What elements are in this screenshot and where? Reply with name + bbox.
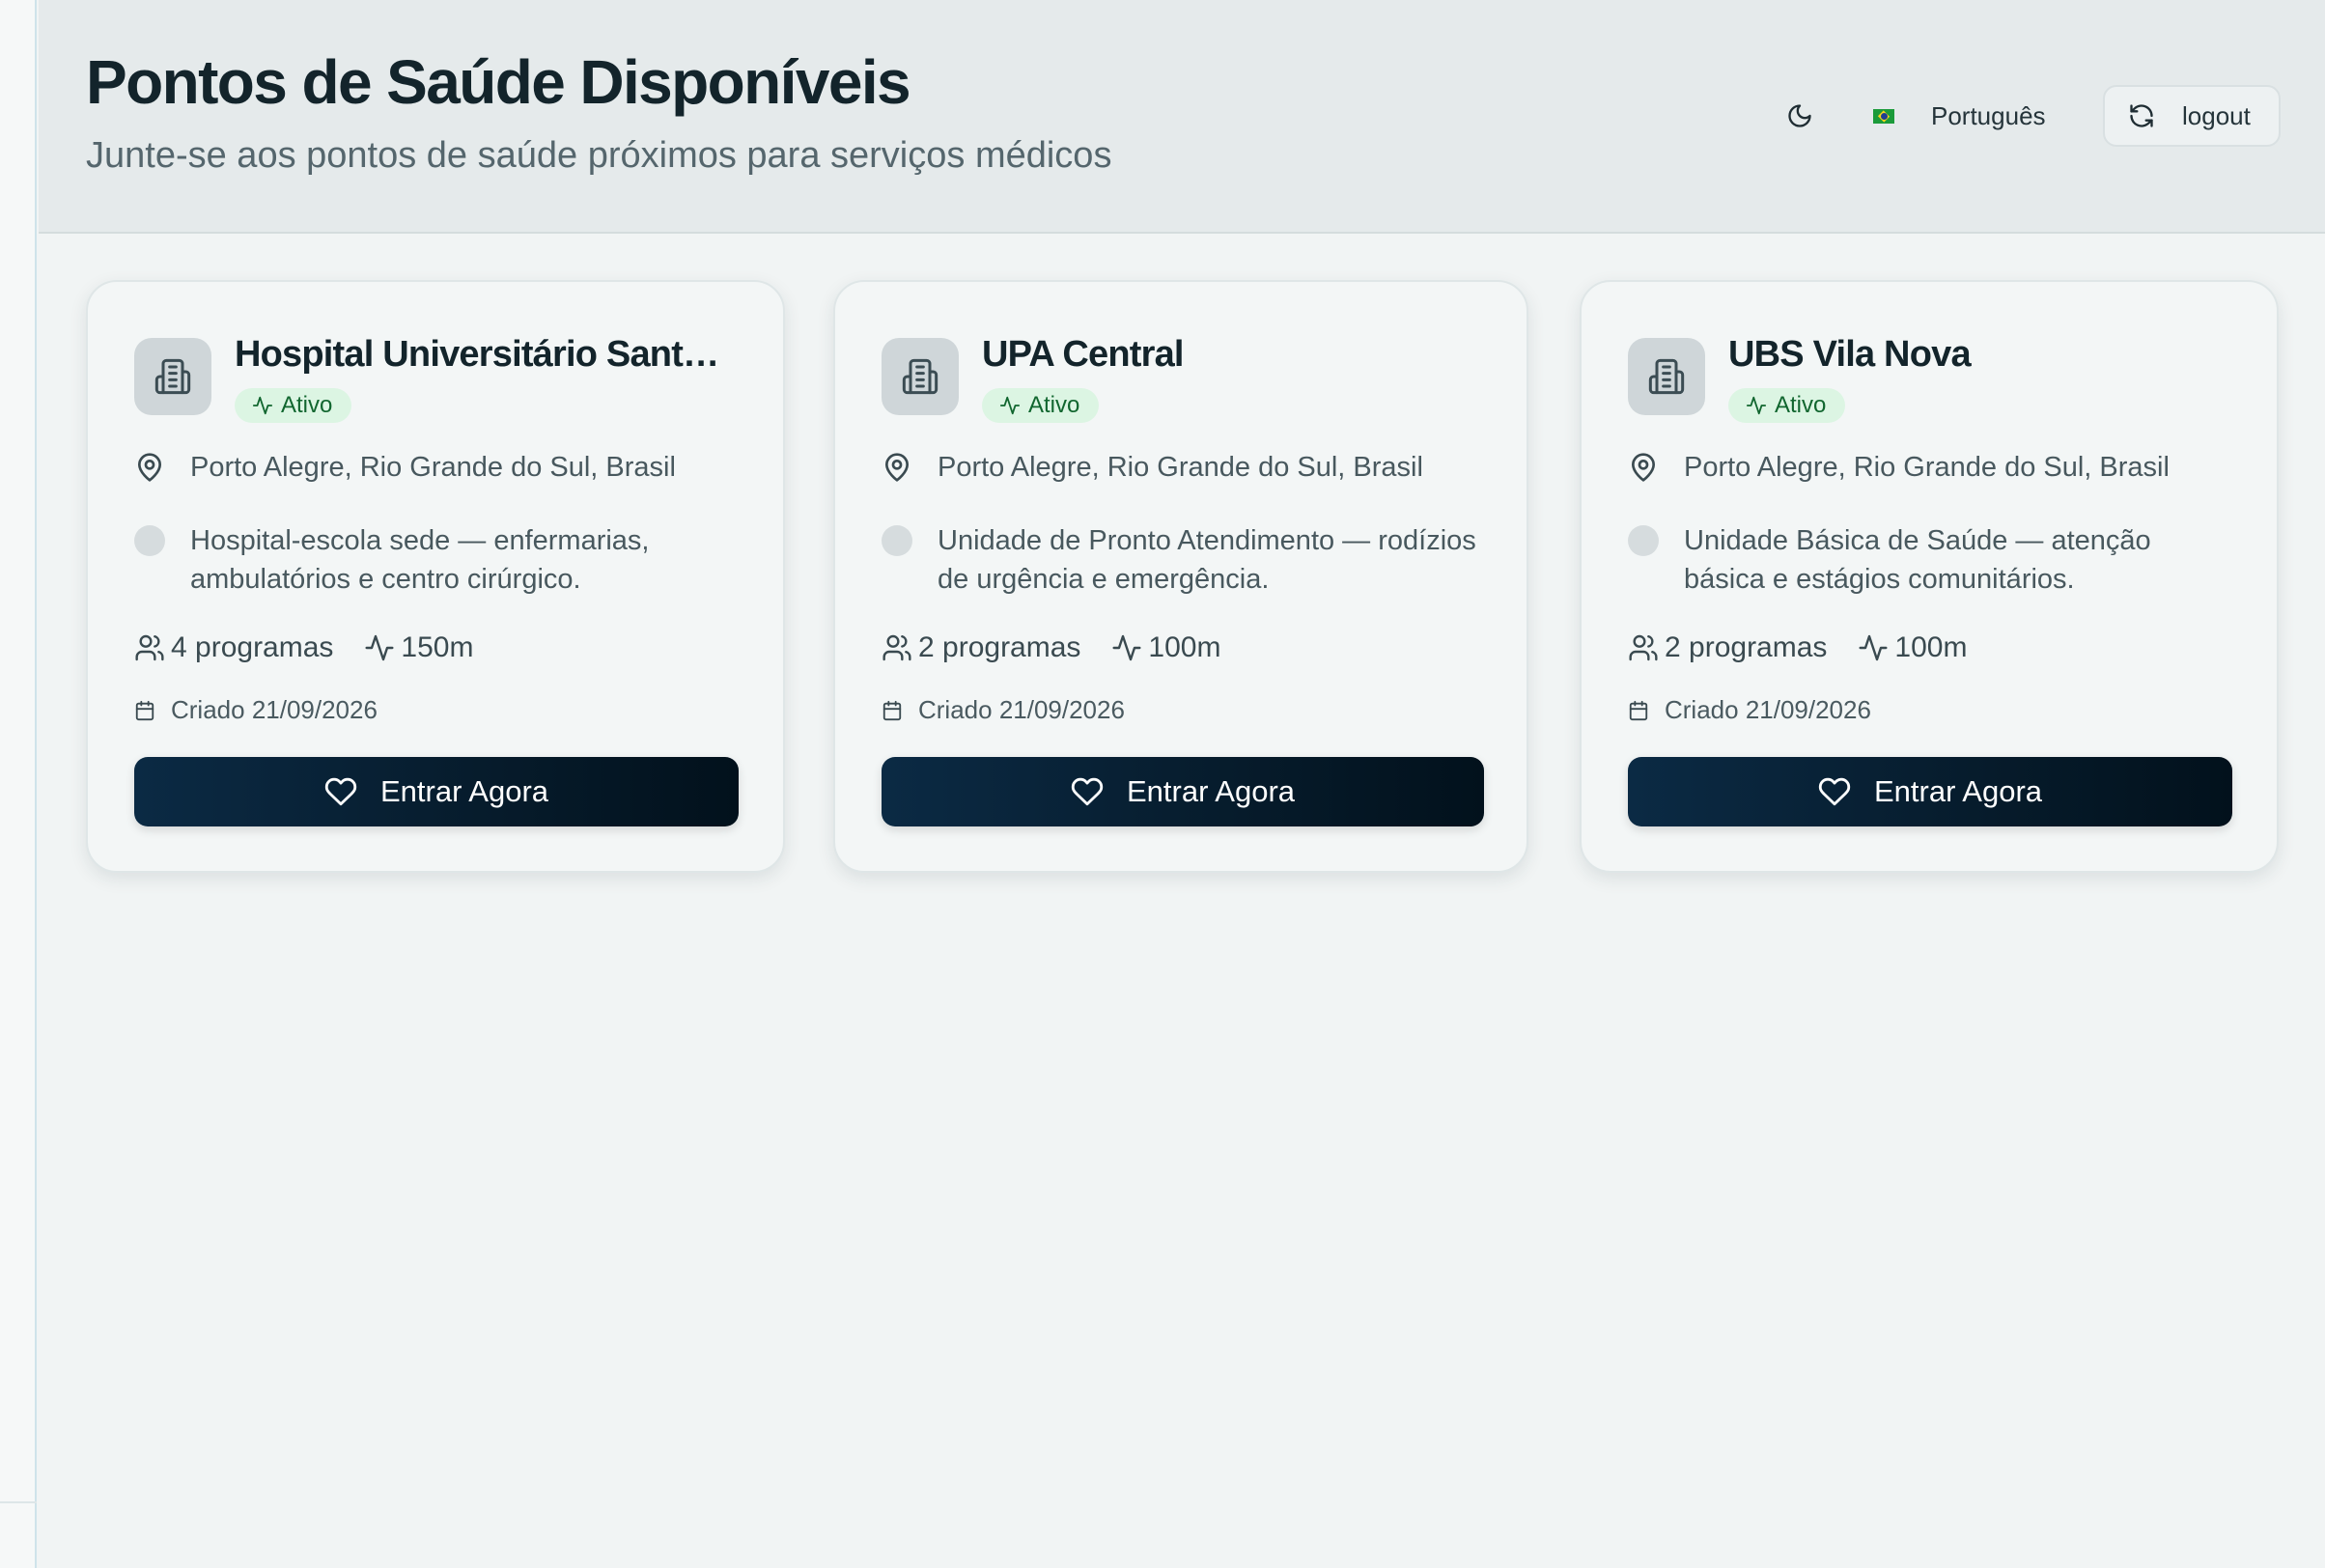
- created-row: Criado 21/09/2026: [134, 695, 378, 725]
- moon-icon: [1788, 104, 1811, 127]
- map-pin-icon: [885, 453, 909, 482]
- description-dot-icon: [882, 525, 912, 556]
- programs-stat: 2 programas: [1628, 631, 1827, 664]
- sidebar-divider: [0, 1501, 37, 1503]
- distance-stat: 100m: [1858, 631, 1967, 664]
- status-badge: Ativo: [235, 388, 352, 423]
- heart-icon: [1818, 777, 1851, 806]
- refresh-icon: [2128, 102, 2155, 129]
- status-badge: Ativo: [1728, 388, 1846, 423]
- created-row: Criado 21/09/2026: [882, 695, 1125, 725]
- theme-toggle-button[interactable]: [1777, 93, 1823, 139]
- description-row: Unidade de Pronto Atendimento — rodízios…: [882, 521, 1478, 599]
- health-point-card: UBS Vila Nova Ativo Porto Alegre, Rio Gr…: [1580, 280, 2279, 873]
- created-date: Criado 21/09/2026: [171, 695, 378, 724]
- language-select[interactable]: Português: [1863, 89, 2115, 143]
- brazil-flag-icon: [1873, 108, 1894, 124]
- health-point-card: UPA Central Ativo Porto Alegre, Rio Gran…: [833, 280, 1528, 873]
- calendar-icon: [882, 700, 902, 720]
- calendar-icon: [135, 700, 154, 720]
- map-pin-icon: [1632, 453, 1655, 482]
- card-title: UPA Central: [982, 334, 1184, 375]
- enter-now-button[interactable]: Entrar Agora: [1628, 757, 2232, 826]
- users-icon: [1629, 634, 1658, 661]
- programs-stat: 2 programas: [882, 631, 1080, 664]
- users-icon: [135, 634, 164, 661]
- programs-count: 2 programas: [1665, 631, 1828, 663]
- distance-value: 150m: [401, 631, 474, 663]
- description-dot-icon: [134, 525, 165, 556]
- activity-icon: [1746, 396, 1767, 415]
- distance-stat: 150m: [364, 631, 473, 664]
- location-text: Porto Alegre, Rio Grande do Sul, Brasil: [1684, 452, 2170, 483]
- created-date: Criado 21/09/2026: [918, 695, 1125, 724]
- stats-row: 2 programas 100m: [882, 631, 1251, 664]
- description-text: Hospital-escola sede — enfermarias, ambu…: [190, 525, 650, 595]
- description-row: Hospital-escola sede — enfermarias, ambu…: [134, 521, 731, 599]
- building-icon: [882, 338, 959, 415]
- distance-value: 100m: [1148, 631, 1221, 663]
- language-label: Português: [1931, 100, 2046, 130]
- sidebar: [0, 0, 37, 1568]
- activity-icon: [252, 396, 273, 415]
- main-content: Pontos de Saúde Disponíveis Junte-se aos…: [39, 0, 2325, 1568]
- activity-icon: [1112, 634, 1141, 661]
- location-row: Porto Alegre, Rio Grande do Sul, Brasil: [882, 452, 1423, 484]
- activity-icon: [365, 634, 394, 661]
- status-label: Ativo: [1028, 392, 1080, 418]
- page-subtitle: Junte-se aos pontos de saúde próximos pa…: [86, 135, 1112, 176]
- description-text: Unidade Básica de Saúde — atenção básica…: [1684, 525, 2151, 595]
- location-text: Porto Alegre, Rio Grande do Sul, Brasil: [190, 452, 676, 483]
- created-row: Criado 21/09/2026: [1628, 695, 1871, 725]
- enter-now-button[interactable]: Entrar Agora: [882, 757, 1484, 826]
- building-icon: [1628, 338, 1705, 415]
- logout-button[interactable]: logout: [2103, 85, 2281, 147]
- location-row: Porto Alegre, Rio Grande do Sul, Brasil: [134, 452, 676, 484]
- distance-stat: 100m: [1111, 631, 1220, 664]
- enter-now-button[interactable]: Entrar Agora: [134, 757, 739, 826]
- heart-icon: [324, 777, 357, 806]
- status-badge: Ativo: [982, 388, 1100, 423]
- enter-now-label: Entrar Agora: [379, 774, 549, 808]
- location-row: Porto Alegre, Rio Grande do Sul, Brasil: [1628, 452, 2170, 484]
- card-title: Hospital Universitário Santa M...: [235, 334, 737, 375]
- page-header: Pontos de Saúde Disponíveis Junte-se aos…: [39, 0, 2325, 234]
- map-pin-icon: [138, 453, 161, 482]
- description-dot-icon: [1628, 525, 1659, 556]
- health-point-card: Hospital Universitário Santa M... Ativo …: [86, 280, 785, 873]
- enter-now-label: Entrar Agora: [1126, 774, 1296, 808]
- distance-value: 100m: [1894, 631, 1968, 663]
- card-title: UBS Vila Nova: [1728, 334, 1972, 375]
- heart-icon: [1071, 777, 1104, 806]
- status-label: Ativo: [281, 392, 333, 418]
- enter-now-label: Entrar Agora: [1873, 774, 2043, 808]
- logout-label: logout: [2182, 100, 2251, 130]
- calendar-icon: [1629, 700, 1648, 720]
- description-text: Unidade de Pronto Atendimento — rodízios…: [938, 525, 1476, 595]
- stats-row: 4 programas 150m: [134, 631, 504, 664]
- users-icon: [882, 634, 911, 661]
- created-date: Criado 21/09/2026: [1665, 695, 1871, 724]
- activity-icon: [1859, 634, 1888, 661]
- status-label: Ativo: [1775, 392, 1827, 418]
- programs-stat: 4 programas: [134, 631, 333, 664]
- programs-count: 2 programas: [918, 631, 1081, 663]
- location-text: Porto Alegre, Rio Grande do Sul, Brasil: [938, 452, 1423, 483]
- stats-row: 2 programas 100m: [1628, 631, 1998, 664]
- activity-icon: [999, 396, 1021, 415]
- description-row: Unidade Básica de Saúde — atenção básica…: [1628, 521, 2225, 599]
- page-title: Pontos de Saúde Disponíveis: [86, 47, 911, 117]
- programs-count: 4 programas: [171, 631, 334, 663]
- building-icon: [134, 338, 211, 415]
